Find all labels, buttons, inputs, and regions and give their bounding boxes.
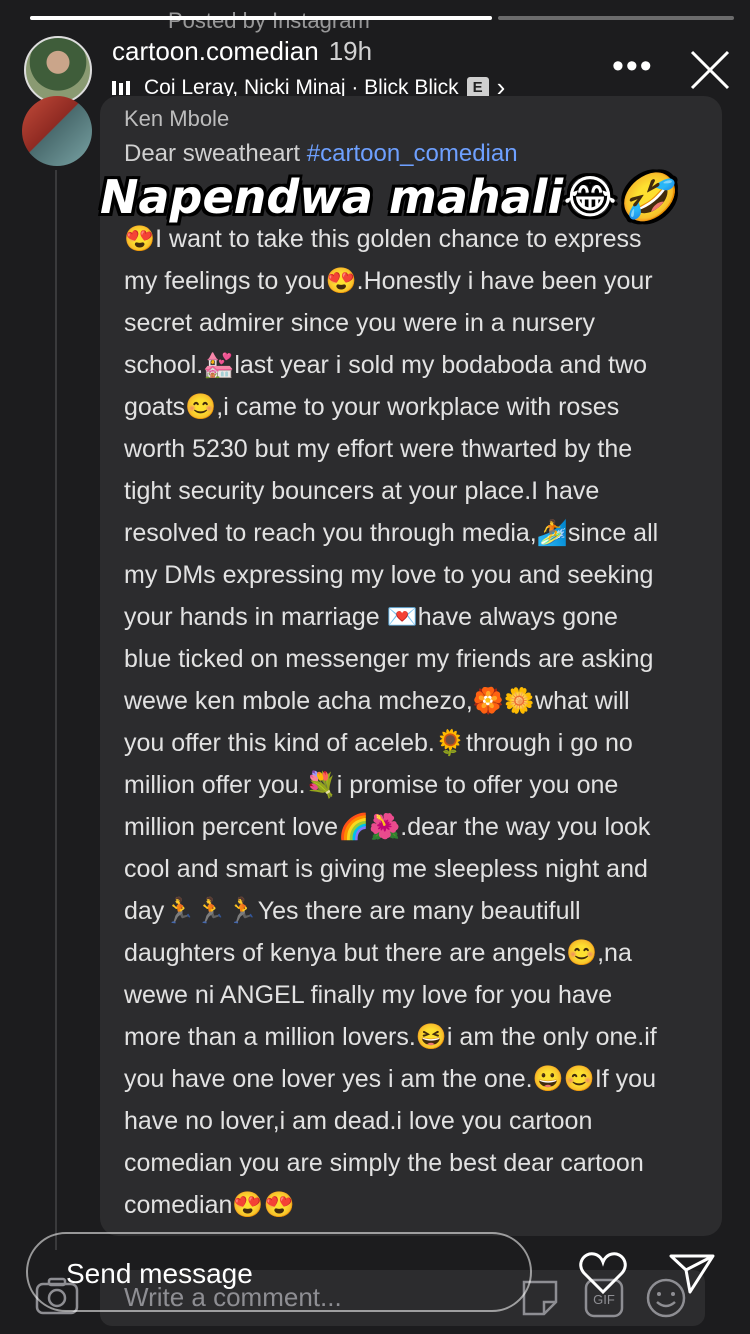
username[interactable]: cartoon.comedian [112, 36, 319, 66]
comment-line: comedian you are simply the best dear ca… [124, 1149, 644, 1177]
comment-greeting: Dear sweatheart #cartoon_comedian [124, 140, 518, 168]
comment-line: million offer you.💐i promise to offer yo… [124, 771, 619, 799]
comment-line: blue ticked on messenger my friends are … [124, 645, 654, 673]
more-options-button[interactable]: ••• [612, 49, 654, 83]
story-header[interactable]: cartoon.comedian 19h [112, 36, 372, 67]
comment-author[interactable]: Ken Mbole [124, 106, 229, 132]
hashtag-link[interactable]: #cartoon_comedian [307, 140, 518, 167]
comment-line: you offer this kind of aceleb.🌻through i… [124, 729, 633, 757]
comment-line: goats😊,i came to your workplace with ros… [124, 393, 620, 421]
comment-body: 😍I want to take this golden chance to ex… [124, 218, 712, 1226]
commenter-avatar[interactable] [22, 96, 92, 166]
comment-line: day🏃🏃🏃Yes there are many beautifull [124, 897, 581, 925]
greeting-text: Dear sweatheart [124, 140, 307, 167]
comment-line: daughters of kenya but there are angels😊… [124, 939, 632, 967]
thread-line [55, 170, 57, 1250]
comment-line: resolved to reach you through media,🏄sin… [124, 519, 659, 547]
comment-line: worth 5230 but my effort were thwarted b… [124, 435, 633, 463]
comment-line: tight security bouncers at your place.I … [124, 477, 600, 505]
post-time: 19h [328, 36, 373, 66]
comment-line: have no lover,i am dead.i love you carto… [124, 1107, 593, 1135]
comment-line: my DMs expressing my love to you and see… [124, 561, 654, 589]
send-message-placeholder: Send message [66, 1258, 253, 1289]
story-progress-2 [498, 16, 734, 20]
comment-line: school.💒last year i sold my bodaboda and… [124, 351, 648, 379]
posted-by-label: Posted by Instagram [168, 8, 370, 33]
comment-line: you have one lover yes i am the one.😀😊If… [124, 1065, 656, 1093]
close-icon[interactable] [688, 48, 732, 92]
comment-line: more than a million lovers.😆i am the onl… [124, 1023, 657, 1051]
comment-line: cool and smart is giving me sleepless ni… [124, 855, 648, 883]
story-overlay-text: Napendwa mahali😂🤣 [100, 170, 675, 224]
profile-avatar[interactable] [24, 36, 92, 104]
heart-icon[interactable] [578, 1250, 628, 1296]
comment-line: comedian😍😍 [124, 1191, 295, 1219]
music-bars-icon [112, 80, 130, 95]
comment-line: your hands in marriage 💌have always gone [124, 603, 618, 631]
comment-line: my feelings to you😍.Honestly i have been… [124, 267, 653, 295]
send-icon[interactable] [668, 1252, 716, 1296]
comment-line: wewe ken mbole acha mchezo,🏵️🌼what will [124, 687, 630, 715]
comment-line: million percent love🌈🌺.dear the way you … [124, 813, 651, 841]
comment-line: wewe ni ANGEL finally my love for you ha… [124, 981, 613, 1009]
comment-line: secret admirer since you were in a nurse… [124, 309, 596, 337]
